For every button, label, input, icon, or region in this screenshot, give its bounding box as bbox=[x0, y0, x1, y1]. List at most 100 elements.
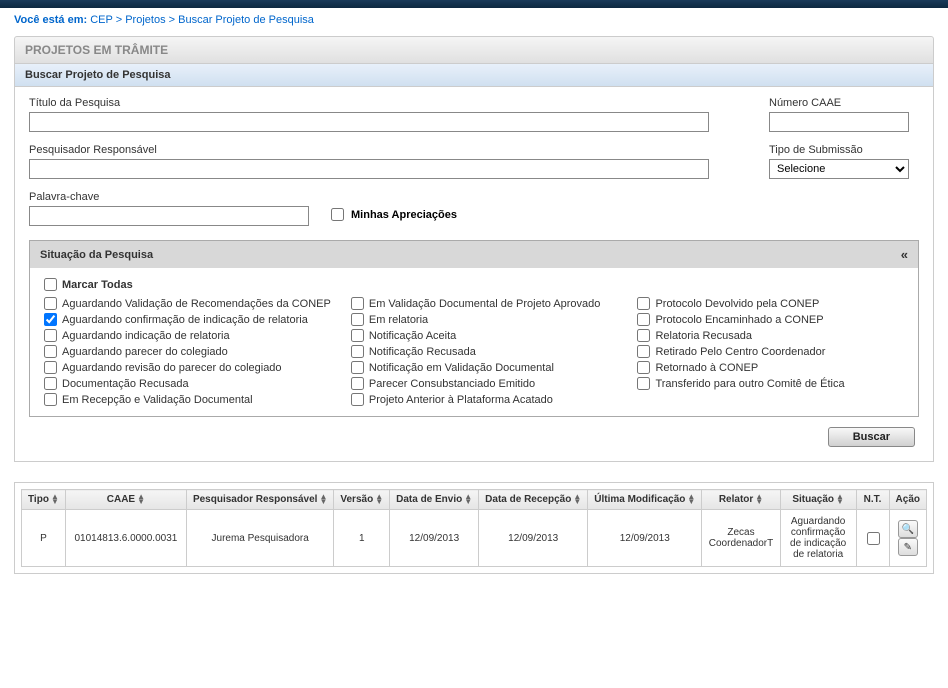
situacao-checkbox[interactable] bbox=[351, 313, 364, 326]
situacao-label: Protocolo Devolvido pela CONEP bbox=[655, 298, 819, 310]
check-item: Documentação Recusada bbox=[44, 377, 331, 390]
situacao-checkbox[interactable] bbox=[637, 313, 650, 326]
results-table: Tipo▲▼ CAAE▲▼ Pesquisador Responsável▲▼ … bbox=[21, 489, 927, 567]
check-item: Aguardando indicação de relatoria bbox=[44, 329, 331, 342]
palavra-label: Palavra-chave bbox=[29, 191, 309, 203]
situacao-checkbox[interactable] bbox=[351, 297, 364, 310]
th-envio[interactable]: Data de Envio▲▼ bbox=[390, 490, 479, 510]
check-item: Notificação em Validação Documental bbox=[351, 361, 618, 374]
situacao-title: Situação da Pesquisa bbox=[40, 249, 153, 261]
situacao-label: Relatoria Recusada bbox=[655, 330, 752, 342]
check-item: Transferido para outro Comitê de Ética bbox=[637, 377, 904, 390]
th-situacao[interactable]: Situação▲▼ bbox=[780, 490, 856, 510]
situacao-label: Notificação Aceita bbox=[369, 330, 456, 342]
situacao-checkbox[interactable] bbox=[44, 329, 57, 342]
collapse-icon[interactable]: « bbox=[901, 247, 908, 262]
minhas-label: Minhas Apreciações bbox=[351, 209, 457, 221]
situacao-label: Aguardando Validação de Recomendações da… bbox=[62, 298, 331, 310]
situacao-checkbox[interactable] bbox=[44, 393, 57, 406]
breadcrumb: Você está em: CEP > Projetos > Buscar Pr… bbox=[0, 8, 948, 32]
situacao-label: Documentação Recusada bbox=[62, 378, 189, 390]
check-item: Retirado Pelo Centro Coordenador bbox=[637, 345, 904, 358]
situacao-checkbox[interactable] bbox=[351, 393, 364, 406]
results-tbody: P01014813.6.0000.0031Jurema Pesquisadora… bbox=[22, 510, 927, 567]
breadcrumb-path: CEP > Projetos > Buscar Projeto de Pesqu… bbox=[90, 14, 314, 26]
situacao-checkbox[interactable] bbox=[44, 361, 57, 374]
situacao-checkbox[interactable] bbox=[351, 345, 364, 358]
topbar bbox=[0, 0, 948, 8]
th-nt: N.T. bbox=[856, 490, 889, 510]
situacao-checkbox[interactable] bbox=[637, 329, 650, 342]
situacao-label: Retornado à CONEP bbox=[655, 362, 758, 374]
situacao-checkbox[interactable] bbox=[637, 345, 650, 358]
check-item: Projeto Anterior à Plataforma Acatado bbox=[351, 393, 618, 406]
situacao-checkbox[interactable] bbox=[44, 377, 57, 390]
table-row: P01014813.6.0000.0031Jurema Pesquisadora… bbox=[22, 510, 927, 567]
check-col-3: Protocolo Devolvido pela CONEP Protocolo … bbox=[637, 297, 904, 406]
th-caae[interactable]: CAAE▲▼ bbox=[65, 490, 186, 510]
situacao-checkbox[interactable] bbox=[351, 329, 364, 342]
titulo-label: Título da Pesquisa bbox=[29, 97, 739, 109]
titulo-input[interactable] bbox=[29, 112, 709, 132]
situacao-label: Em relatoria bbox=[369, 314, 428, 326]
check-item: Retornado à CONEP bbox=[637, 361, 904, 374]
marcar-todas-label: Marcar Todas bbox=[62, 279, 133, 291]
situacao-label: Notificação em Validação Documental bbox=[369, 362, 554, 374]
nt-checkbox[interactable] bbox=[867, 532, 880, 545]
check-item: Aguardando Validação de Recomendações da… bbox=[44, 297, 331, 310]
th-modificacao[interactable]: Última Modificação▲▼ bbox=[588, 490, 702, 510]
situacao-label: Aguardando indicação de relatoria bbox=[62, 330, 230, 342]
results-panel: Tipo▲▼ CAAE▲▼ Pesquisador Responsável▲▼ … bbox=[14, 482, 934, 574]
th-acao: Ação bbox=[889, 490, 926, 510]
situacao-checkbox[interactable] bbox=[44, 297, 57, 310]
tipo-sub-label: Tipo de Submissão bbox=[769, 144, 919, 156]
check-item: Aguardando confirmação de indicação de r… bbox=[44, 313, 331, 326]
view-icon[interactable]: 🔍 bbox=[898, 520, 918, 538]
situacao-checkbox[interactable] bbox=[44, 313, 57, 326]
check-item: Aguardando parecer do colegiado bbox=[44, 345, 331, 358]
check-item: Relatoria Recusada bbox=[637, 329, 904, 342]
check-item: Parecer Consubstanciado Emitido bbox=[351, 377, 618, 390]
check-col-1: Aguardando Validação de Recomendações da… bbox=[44, 297, 331, 406]
caae-label: Número CAAE bbox=[769, 97, 919, 109]
situacao-label: Protocolo Encaminhado a CONEP bbox=[655, 314, 823, 326]
tipo-sub-select[interactable]: Selecione bbox=[769, 159, 909, 179]
search-panel: Buscar Projeto de Pesquisa Título da Pes… bbox=[14, 64, 934, 462]
check-item: Protocolo Encaminhado a CONEP bbox=[637, 313, 904, 326]
situacao-label: Aguardando confirmação de indicação de r… bbox=[62, 314, 308, 326]
buscar-button[interactable]: Buscar bbox=[828, 427, 915, 447]
situacao-checkbox[interactable] bbox=[637, 377, 650, 390]
palavra-input[interactable] bbox=[29, 206, 309, 226]
situacao-label: Em Validação Documental de Projeto Aprov… bbox=[369, 298, 601, 310]
minhas-checkbox[interactable] bbox=[331, 208, 344, 221]
edit-icon[interactable]: ✎ bbox=[898, 538, 918, 556]
check-item: Notificação Aceita bbox=[351, 329, 618, 342]
th-tipo[interactable]: Tipo▲▼ bbox=[22, 490, 66, 510]
situacao-label: Projeto Anterior à Plataforma Acatado bbox=[369, 394, 553, 406]
situacao-label: Retirado Pelo Centro Coordenador bbox=[655, 346, 825, 358]
section-header: PROJETOS EM TRÂMITE bbox=[14, 36, 934, 64]
situacao-label: Aguardando parecer do colegiado bbox=[62, 346, 228, 358]
check-item: Protocolo Devolvido pela CONEP bbox=[637, 297, 904, 310]
check-col-2: Em Validação Documental de Projeto Aprov… bbox=[351, 297, 618, 406]
situacao-box: Situação da Pesquisa « Marcar Todas Agua… bbox=[29, 240, 919, 417]
situacao-label: Aguardando revisão do parecer do colegia… bbox=[62, 362, 282, 374]
check-item: Em Recepção e Validação Documental bbox=[44, 393, 331, 406]
caae-input[interactable] bbox=[769, 112, 909, 132]
pesquisador-input[interactable] bbox=[29, 159, 709, 179]
situacao-checkbox[interactable] bbox=[351, 361, 364, 374]
situacao-checkbox[interactable] bbox=[44, 345, 57, 358]
th-recepcao[interactable]: Data de Recepção▲▼ bbox=[479, 490, 588, 510]
breadcrumb-prefix: Você está em: bbox=[14, 14, 87, 26]
situacao-checkbox[interactable] bbox=[637, 361, 650, 374]
situacao-checkbox[interactable] bbox=[637, 297, 650, 310]
situacao-checkbox[interactable] bbox=[351, 377, 364, 390]
panel-title: Buscar Projeto de Pesquisa bbox=[15, 64, 933, 87]
pesquisador-label: Pesquisador Responsável bbox=[29, 144, 739, 156]
situacao-label: Em Recepção e Validação Documental bbox=[62, 394, 253, 406]
th-versao[interactable]: Versão▲▼ bbox=[334, 490, 390, 510]
check-item: Notificação Recusada bbox=[351, 345, 618, 358]
marcar-todas-checkbox[interactable] bbox=[44, 278, 57, 291]
th-relator[interactable]: Relator▲▼ bbox=[702, 490, 780, 510]
th-pesquisador[interactable]: Pesquisador Responsável▲▼ bbox=[186, 490, 333, 510]
